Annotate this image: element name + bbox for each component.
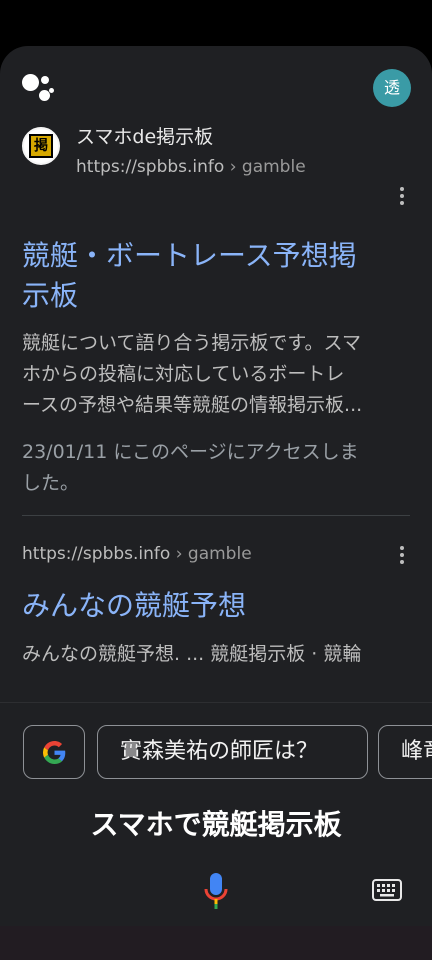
site-url: https://spbbs.info › gamble bbox=[76, 157, 306, 177]
navigation-bar bbox=[0, 926, 432, 960]
url-crumb: › gamble bbox=[224, 157, 306, 177]
site-url: https://spbbs.info › gamble bbox=[22, 544, 252, 564]
query-text: スマホで競艇掲示板 bbox=[90, 808, 342, 841]
url-host: https://spbbs.info bbox=[22, 544, 171, 564]
favicon-glyph: 掲 bbox=[29, 134, 53, 158]
keyboard-icon[interactable] bbox=[372, 879, 402, 901]
google-assistant-icon bbox=[22, 74, 54, 106]
more-vert-icon[interactable] bbox=[398, 187, 406, 207]
visited-note: 23/01/11 にこのページにアクセスしま した。 bbox=[22, 441, 359, 494]
search-results: 掲 スマホde掲示板 https://spbbs.info › gamble 競… bbox=[0, 122, 432, 674]
result-card[interactable]: 掲 スマホde掲示板 https://spbbs.info › gamble 競… bbox=[0, 122, 432, 515]
google-g-icon bbox=[43, 741, 66, 764]
site-name: スマホde掲示板 bbox=[76, 126, 214, 148]
avatar[interactable]: 透 bbox=[373, 69, 411, 107]
more-vert-icon[interactable] bbox=[398, 546, 406, 566]
result-snippet: 競艇について語り合う掲示板です。スマ ホからの投稿に対応しているボートレ ースの… bbox=[22, 332, 363, 416]
result-card[interactable]: https://spbbs.info › gamble みんなの競艇予想 みんな… bbox=[0, 516, 432, 674]
site-favicon: 掲 bbox=[22, 127, 60, 165]
suggestion-chip[interactable]: 峰竜 bbox=[378, 725, 432, 779]
result-title[interactable]: みんなの競艇予想 bbox=[22, 586, 414, 626]
result-title[interactable]: 競艇・ボートレース予想掲 示板 bbox=[22, 236, 414, 316]
mic-icon[interactable] bbox=[203, 873, 229, 909]
url-crumb: › gamble bbox=[170, 544, 252, 564]
suggestion-panel: 實森美祐の師匠は？ 峰竜 スマホで競艇掲示板 bbox=[0, 702, 432, 926]
url-host: https://spbbs.info bbox=[76, 157, 225, 177]
result-title-line: 競艇・ボートレース予想掲 bbox=[22, 239, 357, 272]
result-snippet: みんなの競艇予想. ... 競艇掲示板 · 競輪 掲示板 · 競馬掲示板 ...… bbox=[22, 643, 362, 665]
assistant-sheet: 透 掲 スマホde掲示板 https://spbbs.info › gamble… bbox=[0, 46, 432, 926]
result-title-line: 示板 bbox=[22, 279, 79, 312]
google-search-chip[interactable] bbox=[23, 725, 85, 779]
suggestion-chip[interactable]: 實森美祐の師匠は？ bbox=[97, 725, 368, 779]
